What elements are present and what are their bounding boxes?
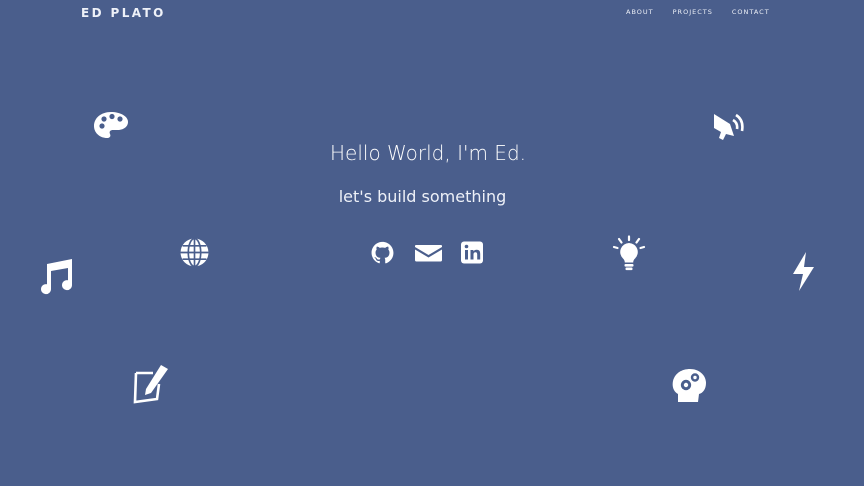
megaphone-icon [712, 106, 746, 142]
palette-icon [93, 110, 129, 140]
github-link[interactable] [370, 240, 395, 265]
top-nav: ABOUT PROJECTS CONTACT [626, 8, 770, 16]
nav-link-about[interactable]: ABOUT [626, 8, 654, 16]
envelope-icon [415, 245, 442, 262]
globe-icon [179, 237, 210, 268]
social-links [370, 240, 485, 265]
linkedin-link[interactable] [460, 240, 485, 265]
linkedin-icon [461, 241, 483, 264]
hero-title: Hello World, I'm Ed. [329, 141, 526, 165]
sketch-pencil-icon [131, 362, 171, 406]
email-link[interactable] [415, 240, 442, 265]
lightbulb-icon [612, 235, 646, 273]
hero-subtitle: let's build something [338, 187, 507, 206]
nav-link-projects[interactable]: PROJECTS [673, 8, 713, 16]
head-gears-icon [670, 368, 708, 404]
github-icon [371, 241, 394, 264]
site-brand[interactable]: ED PLATO [81, 6, 166, 20]
lightning-icon [789, 251, 817, 292]
music-note-icon [36, 256, 76, 296]
nav-link-contact[interactable]: CONTACT [732, 8, 770, 16]
